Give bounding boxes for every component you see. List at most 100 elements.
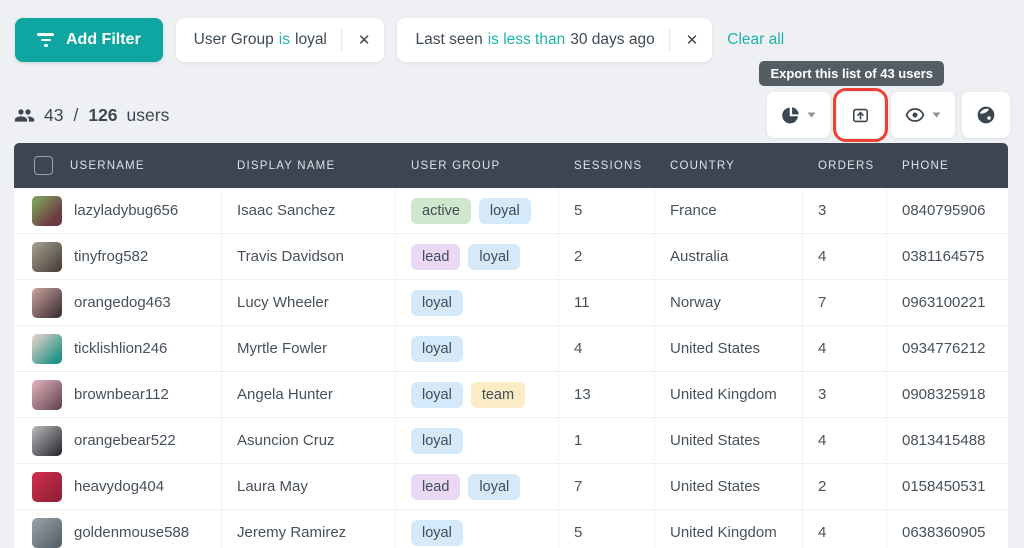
- orders: 7: [803, 280, 887, 326]
- user-group-tag: loyal: [468, 243, 521, 270]
- filter-chip-user-group[interactable]: User Group is loyal ✕: [175, 18, 385, 62]
- username: heavydog404: [74, 478, 165, 495]
- phone: 0934776212: [887, 326, 1008, 372]
- select-all-checkbox[interactable]: [34, 156, 53, 175]
- username: ticklishlion246: [74, 340, 168, 357]
- phone: 0813415488: [887, 418, 1008, 464]
- phone: 0840795906: [887, 188, 1008, 234]
- export-icon: [852, 108, 869, 122]
- avatar: [32, 195, 62, 226]
- column-header-phone: PHONE: [887, 143, 1008, 188]
- filter-icon: [37, 33, 54, 47]
- username: tinyfrog582: [74, 248, 149, 265]
- phone: 0381164575: [887, 234, 1008, 280]
- country: United Kingdom: [655, 510, 803, 548]
- filter-chip-last-seen[interactable]: Last seen is less than 30 days ago ✕: [397, 18, 713, 62]
- chart-view-button[interactable]: [767, 92, 830, 138]
- chip-divider: [668, 28, 670, 52]
- table-row[interactable]: orangedog463 Lucy Wheeler loyal 11 Norwa…: [14, 280, 1008, 326]
- orders: 2: [803, 464, 887, 510]
- user-group-tag: lead: [411, 243, 461, 270]
- sessions: 13: [559, 372, 655, 418]
- summary-row: 43 / 126 users Export this list of 43 us…: [0, 61, 1024, 142]
- avatar: [32, 517, 62, 548]
- country: United States: [655, 464, 803, 510]
- globe-button[interactable]: [962, 92, 1010, 138]
- username: lazyladybug656: [74, 202, 179, 219]
- filter-operator: is: [278, 31, 290, 48]
- sessions: 5: [559, 188, 655, 234]
- country: Norway: [655, 280, 803, 326]
- country: United States: [655, 418, 803, 464]
- table-header-row: USERNAME DISPLAY NAME USER GROUP SESSION…: [14, 143, 1008, 188]
- chevron-down-icon: [932, 112, 941, 118]
- filter-operator: is less than: [487, 31, 566, 48]
- user-group-tag: loyal: [411, 381, 463, 408]
- pie-chart-icon: [782, 106, 799, 123]
- country: United Kingdom: [655, 372, 803, 418]
- filter-field: User Group: [193, 31, 274, 48]
- remove-filter-icon[interactable]: ✕: [348, 25, 381, 55]
- table-row[interactable]: goldenmouse588 Jeremy Ramirez loyal 5 Un…: [14, 510, 1008, 548]
- user-group-tag: loyal: [411, 289, 463, 316]
- avatar: [32, 333, 62, 364]
- export-tooltip: Export this list of 43 users: [759, 61, 944, 86]
- user-group-tag: loyal: [411, 519, 463, 546]
- phone: 0158450531: [887, 464, 1008, 510]
- chip-divider: [340, 28, 342, 52]
- filter-bar: Add Filter User Group is loyal ✕ Last se…: [0, 0, 1024, 62]
- total-count: 126: [88, 104, 118, 125]
- user-group-tag: active: [411, 197, 471, 224]
- sessions: 2: [559, 234, 655, 280]
- table-row[interactable]: tinyfrog582 Travis Davidson lead loyal 2 …: [14, 234, 1008, 280]
- column-header-country: COUNTRY: [655, 143, 803, 188]
- table-row[interactable]: brownbear112 Angela Hunter loyal team 13 …: [14, 372, 1008, 418]
- remove-filter-icon[interactable]: ✕: [676, 25, 709, 55]
- clear-all-filters-link[interactable]: Clear all: [727, 31, 784, 49]
- add-filter-label: Add Filter: [66, 31, 141, 48]
- export-button-wrap: [833, 88, 888, 142]
- orders: 3: [803, 188, 887, 234]
- display-name: Jeremy Ramirez: [222, 510, 396, 548]
- eye-icon: [905, 108, 925, 122]
- avatar: [32, 287, 62, 318]
- orders: 4: [803, 326, 887, 372]
- country: Australia: [655, 234, 803, 280]
- display-name: Myrtle Fowler: [222, 326, 396, 372]
- country: United States: [655, 326, 803, 372]
- table-row[interactable]: lazyladybug656 Isaac Sanchez active loyal…: [14, 188, 1008, 234]
- avatar: [32, 425, 62, 456]
- filtered-count: 43: [44, 104, 64, 125]
- column-header-orders: ORDERS: [803, 143, 887, 188]
- sessions: 11: [559, 280, 655, 326]
- phone: 0908325918: [887, 372, 1008, 418]
- user-group-tag: loyal: [478, 197, 531, 224]
- user-group-tag: lead: [411, 473, 461, 500]
- visibility-button[interactable]: [891, 92, 955, 138]
- export-button[interactable]: [837, 92, 884, 138]
- users-icon: [14, 108, 35, 122]
- table-row[interactable]: heavydog404 Laura May lead loyal 7 United…: [14, 464, 1008, 510]
- phone: 0638360905: [887, 510, 1008, 548]
- display-name: Laura May: [222, 464, 396, 510]
- username: orangedog463: [74, 294, 171, 311]
- orders: 4: [803, 510, 887, 548]
- column-header-sessions: SESSIONS: [559, 143, 655, 188]
- display-name: Asuncion Cruz: [222, 418, 396, 464]
- display-name: Travis Davidson: [222, 234, 396, 280]
- orders: 4: [803, 418, 887, 464]
- display-name: Lucy Wheeler: [222, 280, 396, 326]
- orders: 3: [803, 372, 887, 418]
- table-row[interactable]: orangebear522 Asuncion Cruz loyal 1 Unit…: [14, 418, 1008, 464]
- count-separator: /: [73, 104, 79, 125]
- table-row[interactable]: ticklishlion246 Myrtle Fowler loyal 4 Un…: [14, 326, 1008, 372]
- filter-value: 30 days ago: [570, 31, 655, 48]
- toolbar: Export this list of 43 users: [759, 61, 1010, 142]
- user-table: USERNAME DISPLAY NAME USER GROUP SESSION…: [14, 143, 1010, 548]
- add-filter-button[interactable]: Add Filter: [15, 18, 163, 62]
- country: France: [655, 188, 803, 234]
- sessions: 5: [559, 510, 655, 548]
- column-header-username: USERNAME: [70, 159, 145, 172]
- user-group-tag: loyal: [468, 473, 521, 500]
- orders: 4: [803, 234, 887, 280]
